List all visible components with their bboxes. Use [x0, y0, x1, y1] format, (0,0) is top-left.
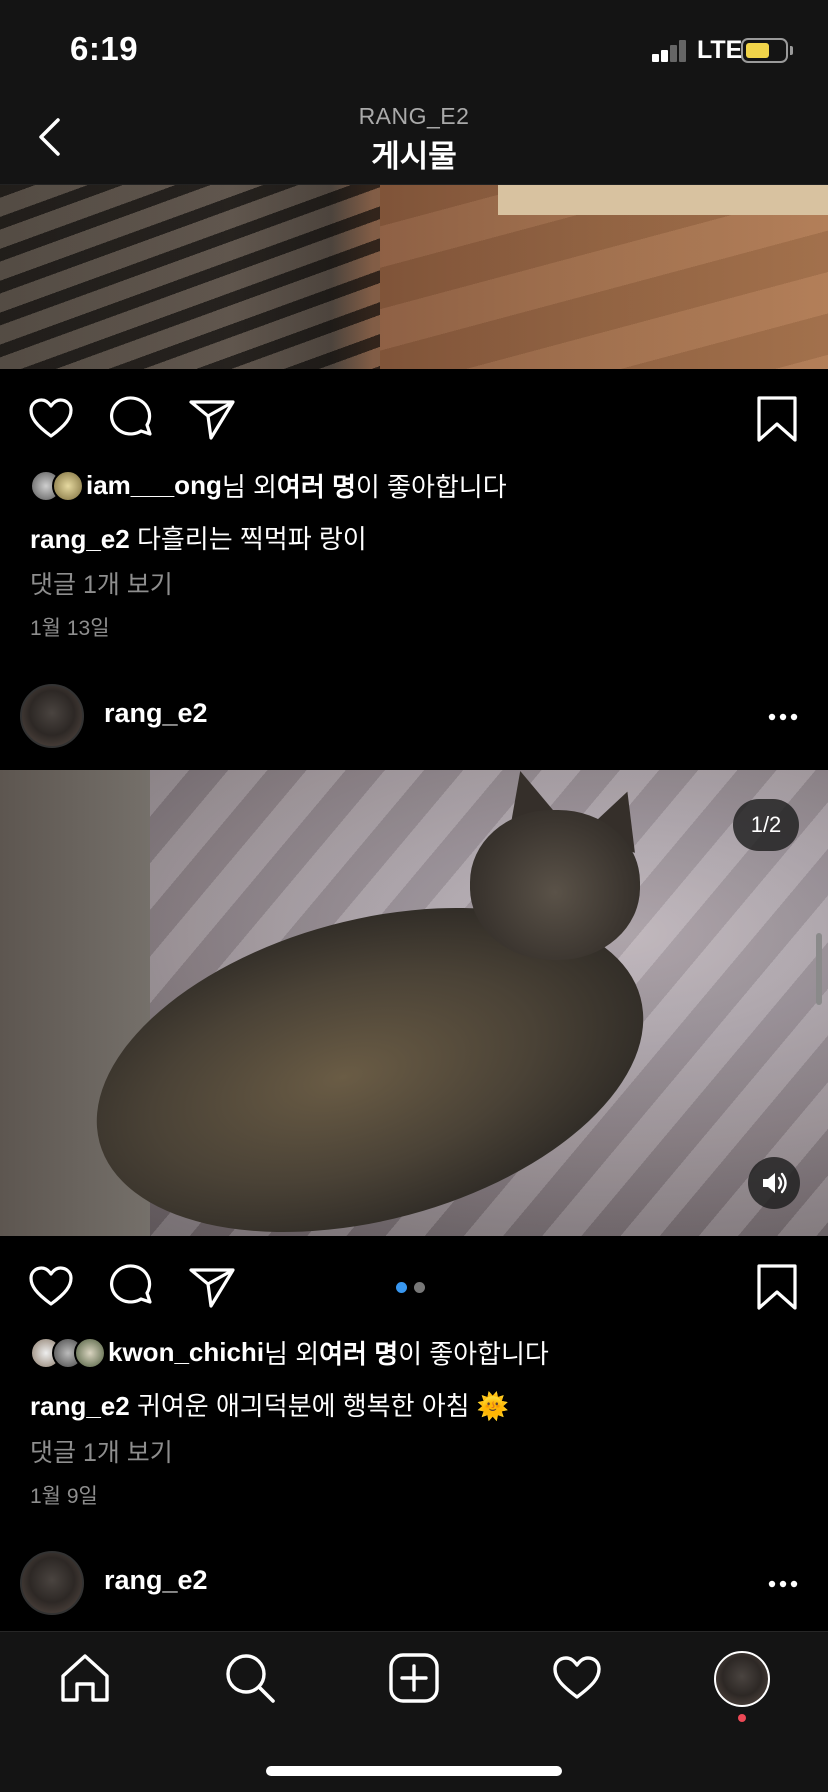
likes-text-tail: 이 좋아합니다 [355, 472, 507, 502]
post-header: rang_e2 [0, 1543, 828, 1623]
more-icon [768, 713, 798, 721]
comment-icon [110, 1264, 152, 1304]
more-options-button[interactable] [768, 702, 798, 732]
tab-activity[interactable] [549, 1650, 605, 1706]
bookmark-icon [757, 1264, 797, 1310]
comment-icon [110, 396, 152, 436]
post-date: 1월 9일 [30, 1485, 98, 1508]
search-icon [226, 1654, 275, 1703]
likes-others[interactable]: 여러 명 [319, 1334, 398, 1371]
status-bar: 6:19 LTE [0, 0, 828, 90]
author-username[interactable]: rang_e2 [104, 698, 208, 729]
post-caption: rang_e2 귀여운 애긔덕분에 행복한 아침 🌞 [30, 1386, 509, 1423]
post-date: 1월 13일 [30, 617, 110, 640]
author-avatar[interactable] [20, 1551, 84, 1615]
activity-icon [553, 1656, 601, 1699]
post-photo[interactable] [0, 185, 828, 369]
bookmark-button[interactable] [752, 1262, 802, 1312]
liker-username[interactable]: iam___ong [86, 470, 222, 501]
home-indicator[interactable] [266, 1766, 562, 1776]
bookmark-icon [757, 396, 797, 442]
share-icon [189, 1268, 235, 1308]
post-caption: rang_e2 다흘리는 찍먹파 랑이 [30, 519, 367, 556]
tab-profile[interactable] [714, 1651, 770, 1707]
network-type: LTE [697, 36, 743, 64]
nav-header: RANG_E2 게시물 [0, 90, 828, 185]
heart-icon [29, 1266, 73, 1306]
comment-button[interactable] [107, 394, 157, 444]
like-button[interactable] [26, 394, 76, 444]
carousel-dot [414, 1282, 425, 1293]
liker-username[interactable]: kwon_chichi [108, 1337, 264, 1368]
liker-avatar [52, 469, 84, 502]
add-icon [389, 1653, 439, 1703]
author-avatar[interactable] [20, 684, 84, 748]
tab-search[interactable] [222, 1650, 278, 1706]
signal-strength-icon [652, 38, 688, 62]
heart-icon [29, 398, 73, 438]
post-header: rang_e2 [0, 676, 828, 756]
profile-username-subtitle: RANG_E2 [358, 103, 470, 129]
likes-text: 님 외 [264, 1339, 320, 1369]
battery-icon [741, 38, 788, 63]
media-counter-badge: 1/2 [733, 799, 799, 851]
video-cat-head [470, 810, 640, 960]
speaker-icon [763, 1172, 787, 1194]
notification-dot [738, 1714, 746, 1722]
status-time: 6:19 [70, 30, 139, 67]
liker-avatars [30, 1336, 106, 1369]
likes-text: 님 외 [221, 472, 277, 502]
likes-summary[interactable]: kwon_chichi 님 외 여러 명이 좋아합니다 [30, 1334, 549, 1371]
tab-home[interactable] [57, 1650, 113, 1706]
bookmark-button[interactable] [752, 394, 802, 444]
view-comments-link[interactable]: 댓글 1개 보기 [30, 1433, 173, 1469]
view-comments-link[interactable]: 댓글 1개 보기 [30, 565, 173, 601]
furniture-edge [498, 185, 828, 215]
more-options-button[interactable] [768, 1569, 798, 1599]
likes-others[interactable]: 여러 명 [277, 467, 356, 504]
share-button[interactable] [187, 394, 237, 444]
carousel-indicator [396, 1280, 432, 1298]
caption-username[interactable]: rang_e2 [30, 1391, 130, 1421]
caption-text: 다흘리는 찍먹파 랑이 [129, 524, 367, 554]
post-video[interactable]: 1/2 [0, 770, 828, 1236]
page-title: 게시물 [371, 139, 457, 174]
caption-username[interactable]: rang_e2 [30, 524, 130, 554]
like-button[interactable] [26, 1262, 76, 1312]
volume-button[interactable] [748, 1157, 800, 1209]
caption-text: 귀여운 애긔덕분에 행복한 아침 🌞 [129, 1391, 510, 1421]
comment-button[interactable] [107, 1262, 157, 1312]
likes-summary[interactable]: iam___ong 님 외 여러 명이 좋아합니다 [30, 467, 507, 504]
share-icon [189, 400, 235, 440]
liker-avatar [74, 1336, 106, 1369]
share-button[interactable] [187, 1262, 237, 1312]
post-action-row [0, 384, 828, 454]
more-icon [768, 1580, 798, 1588]
carousel-dot-active [396, 1282, 407, 1293]
likes-text-tail: 이 좋아합니다 [398, 1339, 549, 1369]
home-icon [61, 1654, 109, 1702]
scrollbar-thumb[interactable] [816, 933, 822, 1005]
post-action-row [0, 1252, 828, 1322]
author-username[interactable]: rang_e2 [104, 1565, 208, 1596]
tab-new-post[interactable] [386, 1650, 442, 1706]
battery-cap [790, 46, 793, 55]
cat-fur-area [0, 185, 380, 369]
liker-avatars [30, 469, 84, 502]
